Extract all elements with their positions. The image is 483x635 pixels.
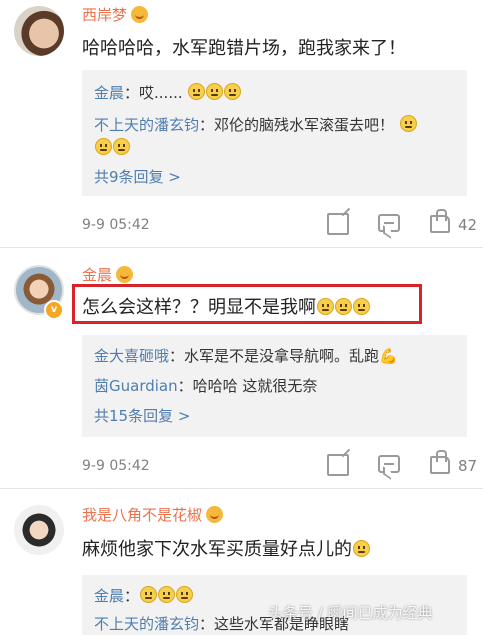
reply-text: ：水军是不是没拿导航啊。乱跑 (169, 347, 380, 365)
comment-text: 哈哈哈哈，水军跑错片场，跑我家来了！ (82, 34, 406, 60)
comment-time: 9-9 05:42 (82, 458, 150, 474)
reply-text: ：邓伦的脑残水军滚蛋去吧！ (199, 116, 395, 134)
reply-text: ：哎...... (124, 84, 183, 102)
reply-box[interactable]: 金大喜砸哦：水军是不是没拿导航啊。乱跑💪 茵Guardian：哈哈哈 这就很无奈… (82, 335, 467, 437)
reply-username[interactable]: 金晨 (94, 84, 124, 102)
laugh-cry-emoji-icon (176, 586, 194, 603)
comment-icon[interactable] (378, 455, 400, 473)
reply-username[interactable]: 茵Guardian (94, 377, 178, 395)
share-icon[interactable] (327, 454, 349, 476)
like-icon[interactable] (430, 209, 450, 233)
reply-item: 金晨：哎...... (94, 82, 242, 103)
avatar[interactable] (14, 505, 64, 555)
like-count: 42 (458, 216, 478, 234)
comment-text: 麻烦他家下次水军买质量好点儿的 (82, 535, 370, 561)
watermark: 头条号 / 瞬间已成为经典 (268, 604, 433, 622)
divider (0, 247, 483, 248)
comment-text-content: 哈哈哈哈，水军跑错片场，跑我家来了！ (82, 38, 406, 59)
reply-username[interactable]: 不上天的潘玄钧 (94, 116, 199, 134)
share-icon[interactable] (327, 213, 349, 235)
username-text[interactable]: 西岸梦 (82, 6, 127, 24)
laugh-cry-emoji-icon (158, 586, 176, 603)
comment-username[interactable]: 金晨 (82, 264, 134, 285)
smile-emoji-icon (188, 83, 206, 100)
comment-text-content: 麻烦他家下次水军买质量好点儿的 (82, 539, 352, 560)
reply-item: 茵Guardian：哈哈哈 这就很无奈 (94, 375, 317, 396)
like-count: 87 (458, 457, 478, 475)
reply-text: ：哈哈哈 这就很无奈 (177, 377, 318, 395)
angry-emoji-icon (399, 115, 417, 132)
smile-emoji-icon (206, 83, 224, 100)
comment-icon[interactable] (378, 214, 400, 232)
angry-emoji-icon (95, 138, 112, 155)
more-replies-link[interactable]: 共15条回复 > (94, 405, 190, 426)
username-text[interactable]: 我是八角不是花椒 (82, 506, 202, 524)
comment-1: 西岸梦 哈哈哈哈，水军跑错片场，跑我家来了！ 金晨：哎...... 不上天的潘玄… (0, 0, 483, 240)
verified-badge-icon: v (44, 300, 64, 320)
heart-eyes-badge-icon (206, 506, 224, 523)
reply-emoji-row (94, 138, 130, 157)
smile-emoji-icon (353, 540, 370, 557)
comment-username[interactable]: 我是八角不是花椒 (82, 504, 224, 525)
angry-emoji-icon (113, 138, 130, 155)
comment-username[interactable]: 西岸梦 (82, 4, 149, 25)
reply-item: 不上天的潘玄钧：邓伦的脑残水军滚蛋去吧！ (94, 114, 417, 135)
reply-item: 金大喜砸哦：水军是不是没拿导航啊。乱跑💪 (94, 345, 398, 366)
comment-time: 9-9 05:42 (82, 217, 150, 233)
muscle-emoji-icon: 💪 (379, 347, 398, 365)
reply-box[interactable]: 金晨：哎...... 不上天的潘玄钧：邓伦的脑残水军滚蛋去吧！ 共9条回复 > (82, 70, 467, 196)
reply-username[interactable]: 金大喜砸哦 (94, 347, 169, 365)
laugh-cry-emoji-icon (140, 586, 158, 603)
fan-badge-icon (116, 266, 134, 283)
fan-badge-icon (131, 6, 149, 23)
username-text[interactable]: 金晨 (82, 266, 112, 284)
highlight-box (72, 284, 422, 324)
more-replies-link[interactable]: 共9条回复 > (94, 166, 181, 187)
reply-item: 金晨： (94, 585, 194, 606)
reply-username[interactable]: 不上天的潘玄钧 (94, 615, 199, 633)
divider (0, 488, 483, 489)
reply-text: ： (124, 587, 140, 605)
reply-username[interactable]: 金晨 (94, 587, 124, 605)
avatar[interactable] (14, 6, 64, 56)
smile-emoji-icon (224, 83, 242, 100)
like-icon[interactable] (430, 450, 450, 474)
